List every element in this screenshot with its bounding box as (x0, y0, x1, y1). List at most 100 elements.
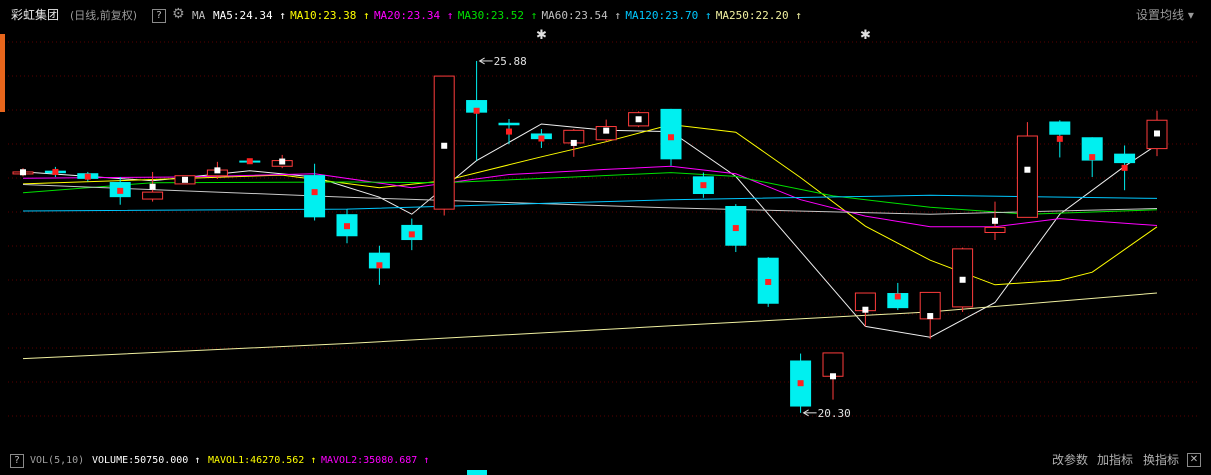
candle-midpoint (1154, 130, 1160, 137)
candle (854, 292, 876, 327)
candle (692, 172, 714, 198)
close-icon[interactable]: ✕ (1187, 453, 1201, 467)
candle-midpoint (1089, 154, 1096, 161)
candle-body (822, 352, 844, 377)
candle (822, 352, 844, 400)
annotation-label: 20.30 (818, 407, 851, 420)
candle (1114, 145, 1136, 191)
candle-midpoint (570, 139, 577, 146)
candle (1016, 122, 1038, 218)
candle-midpoint (1024, 166, 1031, 173)
candle-midpoint (959, 276, 966, 283)
candle (498, 118, 520, 145)
candle (401, 218, 423, 251)
candle (984, 201, 1006, 241)
candle (919, 291, 941, 340)
ma-line-ma10 (22, 124, 1158, 286)
candle-midpoint (506, 128, 512, 135)
candle (1081, 137, 1103, 177)
candle (304, 163, 326, 221)
candle (757, 257, 779, 307)
candle (44, 166, 66, 177)
footer-help-button[interactable]: ? (10, 454, 24, 468)
candle (725, 204, 747, 253)
ma-line-ma250 (22, 292, 1158, 360)
candle-midpoint (927, 313, 934, 320)
candle-midpoint (117, 187, 124, 194)
candle (174, 175, 196, 185)
candle-body (304, 175, 326, 218)
add-indicator-button[interactable]: 加指标 (1097, 453, 1133, 467)
candle (77, 171, 99, 182)
candle-midpoint (765, 278, 772, 285)
candle (628, 111, 650, 128)
candle (530, 129, 552, 148)
grid-lines (8, 41, 1200, 417)
candle-midpoint (538, 135, 545, 142)
candle-midpoint (797, 380, 804, 387)
high-price-annotation: 25.88 (478, 55, 527, 68)
candle-midpoint (149, 183, 156, 190)
candle-midpoint (311, 189, 318, 196)
candle-midpoint (1121, 164, 1128, 171)
candle-midpoint (441, 142, 448, 149)
arrow-up-icon: ↑ (310, 455, 317, 466)
arrow-up-icon: ↑ (194, 455, 201, 466)
candle-midpoint (603, 127, 610, 134)
volume-bar-peek (467, 470, 487, 475)
candle-midpoint (700, 182, 707, 189)
candle-midpoint (20, 169, 26, 176)
candle-body (660, 108, 682, 160)
candle-midpoint (992, 217, 998, 224)
candle (1049, 120, 1071, 158)
star-marker-icon: ✱ (536, 28, 547, 43)
candle-midpoint (408, 231, 415, 238)
candle (368, 245, 390, 285)
candles (12, 60, 1168, 413)
candle (336, 209, 358, 244)
mavol2-value: MAVOL2:35080.687 ↑ (321, 455, 430, 466)
candle (239, 158, 261, 165)
arrow-up-icon: ↑ (423, 455, 430, 466)
ma-line-ma120 (22, 194, 1158, 212)
candle-midpoint (862, 306, 869, 313)
candle-midpoint (668, 134, 674, 141)
candle-midpoint (52, 168, 59, 175)
candle (466, 60, 488, 161)
candlestick-chart[interactable]: 25.88 20.30 ✱ ✱ (0, 0, 1211, 450)
candle-body (1016, 135, 1038, 218)
change-params-button[interactable]: 改参数 (1052, 453, 1088, 467)
candle-body (984, 226, 1006, 233)
candle-midpoint (84, 173, 91, 180)
candle-midpoint (246, 158, 253, 165)
star-marker-icon: ✱ (860, 28, 871, 43)
candle (12, 168, 34, 177)
candle-midpoint (279, 158, 286, 165)
candle-midpoint (732, 225, 739, 232)
candle-midpoint (473, 107, 480, 114)
candle-body (433, 75, 455, 210)
indicator-bar: ? VOL(5,10) VOLUME:50750.000 ↑ MAVOL1:46… (0, 450, 1211, 475)
candle-midpoint (344, 223, 350, 230)
annotation-label: 25.88 (494, 55, 527, 68)
candle-body (142, 191, 164, 200)
switch-indicator-button[interactable]: 换指标 (1143, 453, 1179, 467)
candle (952, 247, 974, 312)
candle (142, 171, 164, 202)
candle-body (1049, 121, 1071, 135)
candle (790, 353, 812, 413)
moving-average-lines (22, 123, 1158, 360)
chart-annotations: 25.88 20.30 ✱ ✱ (478, 28, 871, 420)
volume-value: VOLUME:50750.000 ↑ (92, 455, 201, 466)
candle (660, 108, 682, 166)
candle-midpoint (635, 116, 642, 123)
candle (433, 75, 455, 216)
candle-midpoint (376, 262, 383, 269)
candle-body (498, 122, 520, 126)
low-price-annotation: 20.30 (802, 407, 851, 420)
candle-midpoint (830, 373, 836, 380)
candle (887, 282, 909, 311)
candle (595, 119, 617, 142)
candle (563, 129, 585, 157)
candle-body (1114, 153, 1136, 164)
